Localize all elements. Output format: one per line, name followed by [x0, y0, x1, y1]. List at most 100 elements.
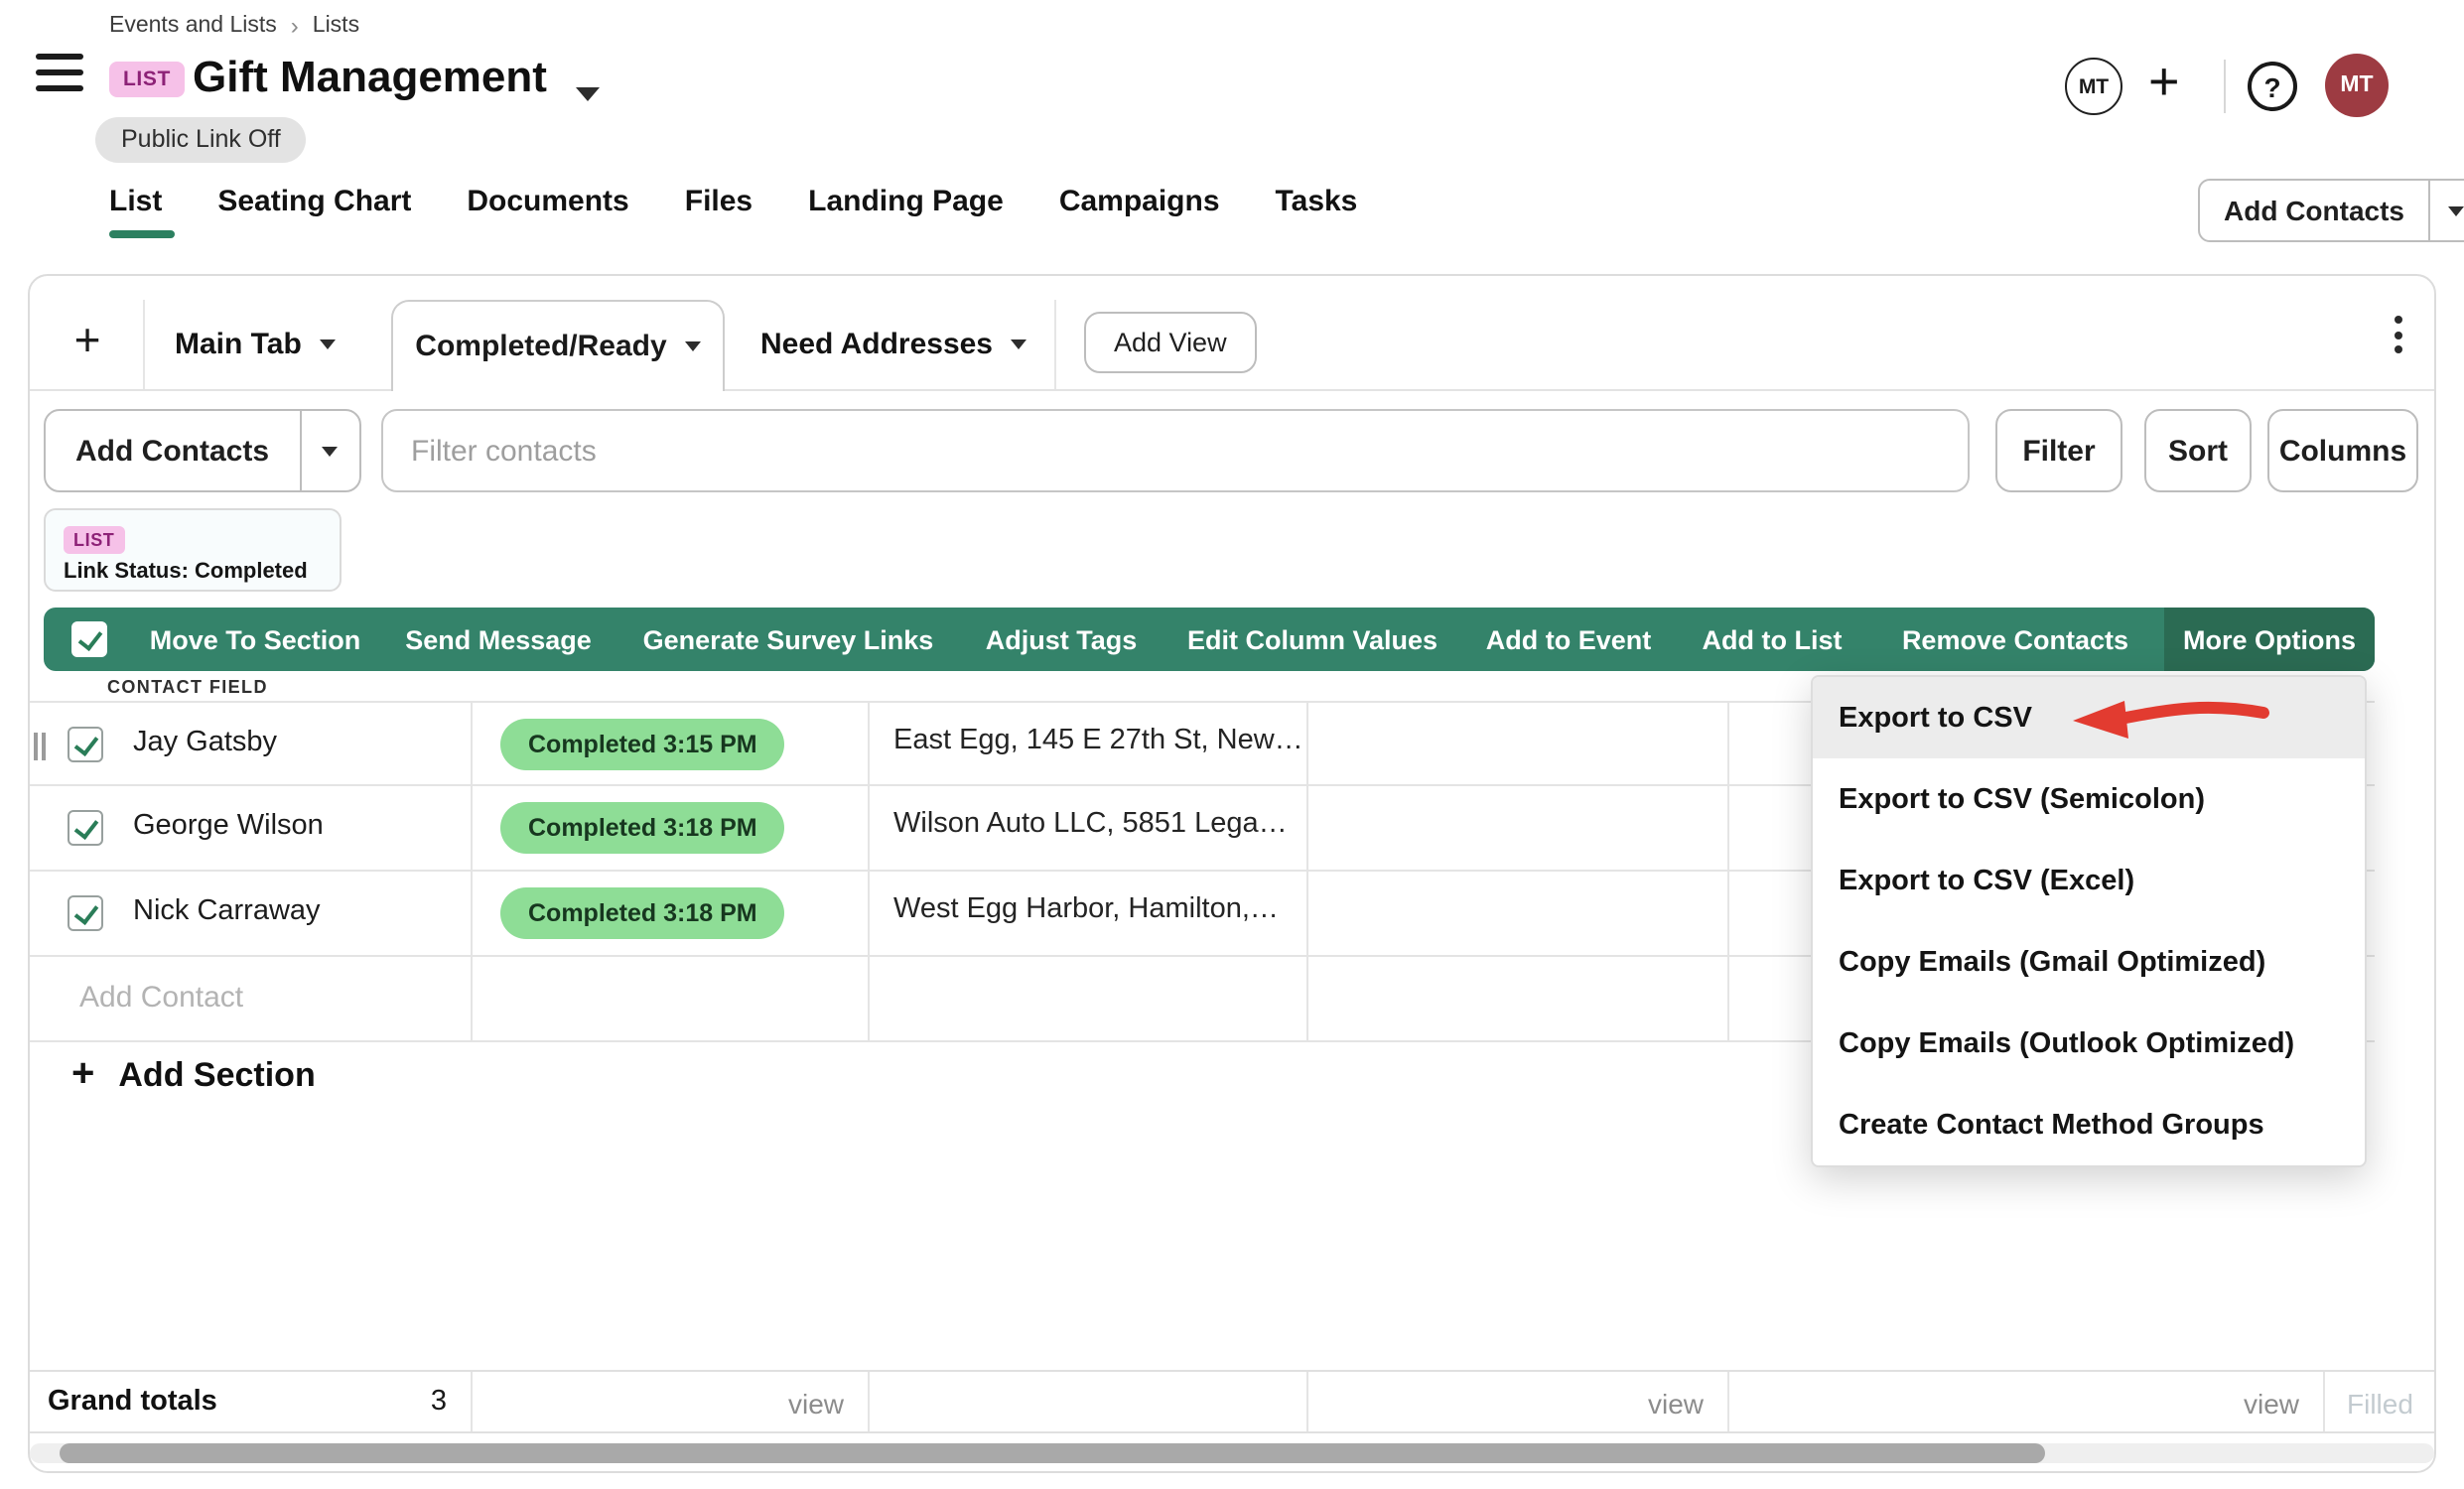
list-type-badge: LIST	[109, 62, 185, 97]
view-total-link[interactable]: view	[471, 1388, 844, 1420]
view-tab-separator	[143, 300, 145, 389]
drag-handle-icon[interactable]	[34, 733, 46, 760]
column-divider	[1727, 1372, 1729, 1431]
chevron-down-icon[interactable]	[576, 87, 600, 101]
horizontal-scrollbar-thumb[interactable]	[60, 1443, 2045, 1463]
column-divider	[1306, 957, 1308, 1040]
contact-address[interactable]: Wilson Auto LLC, 5851 Lega…	[893, 808, 1288, 840]
contact-name[interactable]: George Wilson	[133, 810, 324, 842]
menu-item-export-to-csv-excel[interactable]: Export to CSV (Excel)	[1813, 840, 2365, 921]
select-all-checkbox[interactable]	[70, 621, 106, 657]
add-contact-placeholder[interactable]: Add Contact	[79, 981, 243, 1015]
row-checkbox[interactable]	[68, 895, 103, 931]
column-divider	[471, 786, 473, 870]
contact-address[interactable]: East Egg, 145 E 27th St, New…	[893, 725, 1303, 756]
column-divider	[1727, 872, 1729, 955]
select-all-cell	[44, 608, 133, 671]
breadcrumb-events-and-lists[interactable]: Events and Lists	[109, 14, 277, 38]
status-pill[interactable]: Completed 3:15 PM	[500, 719, 785, 770]
row-checkbox[interactable]	[68, 810, 103, 846]
column-divider	[471, 957, 473, 1040]
add-contacts-label: Add Contacts	[2200, 195, 2428, 226]
add-icon[interactable]: +	[2148, 52, 2180, 113]
hamburger-menu-icon[interactable]	[36, 54, 83, 91]
breadcrumb-lists[interactable]: Lists	[313, 14, 359, 38]
menu-item-copy-emails-outlook[interactable]: Copy Emails (Outlook Optimized)	[1813, 1003, 2365, 1084]
tab-landing-page[interactable]: Landing Page	[808, 185, 1004, 218]
view-total-link[interactable]: view	[1306, 1388, 1704, 1420]
view-tab-need-addresses[interactable]: Need Addresses	[760, 298, 1027, 389]
view-tab-completed-ready[interactable]: Completed/Ready	[391, 300, 725, 391]
page-title: Gift Management	[193, 52, 547, 103]
public-link-status-pill[interactable]: Public Link Off	[95, 117, 307, 163]
more-options-button[interactable]: More Options	[2164, 608, 2375, 671]
contact-name[interactable]: Nick Carraway	[133, 895, 321, 927]
filter-button[interactable]: Filter	[1995, 409, 2122, 492]
view-tab-label: Need Addresses	[760, 327, 993, 360]
active-tab-underline	[109, 230, 175, 238]
send-message-button[interactable]: Send Message	[377, 608, 619, 671]
list-type-badge: LIST	[64, 526, 124, 554]
column-divider	[1306, 1372, 1308, 1431]
column-divider	[868, 872, 870, 955]
add-contacts-button[interactable]: Add Contacts	[44, 409, 360, 492]
contact-address[interactable]: West Egg Harbor, Hamilton,…	[893, 893, 1279, 925]
view-tab-main-tab[interactable]: Main Tab	[175, 298, 336, 389]
columns-button[interactable]: Columns	[2267, 409, 2418, 492]
view-tab-label: Main Tab	[175, 327, 302, 360]
column-divider	[868, 1372, 870, 1431]
row-checkbox[interactable]	[68, 727, 103, 762]
user-avatar[interactable]: MT	[2325, 54, 2389, 117]
column-header-contact-field: CONTACT FIELD	[107, 677, 268, 697]
menu-item-create-contact-method-groups[interactable]: Create Contact Method Groups	[1813, 1084, 2365, 1165]
adjust-tags-button[interactable]: Adjust Tags	[957, 608, 1165, 671]
column-divider	[868, 957, 870, 1040]
column-divider	[471, 703, 473, 784]
edit-column-values-button[interactable]: Edit Column Values	[1165, 608, 1459, 671]
column-divider	[1727, 957, 1729, 1040]
status-pill[interactable]: Completed 3:18 PM	[500, 802, 785, 854]
grand-totals-row: Grand totals 3 view view view Filled	[30, 1370, 2434, 1433]
menu-item-copy-emails-gmail[interactable]: Copy Emails (Gmail Optimized)	[1813, 921, 2365, 1003]
tab-campaigns[interactable]: Campaigns	[1059, 185, 1220, 218]
add-section-button[interactable]: + Add Section	[71, 1052, 316, 1098]
tab-documents[interactable]: Documents	[467, 185, 628, 218]
add-view-button[interactable]: Add View	[1084, 312, 1257, 373]
add-to-event-button[interactable]: Add to Event	[1459, 608, 1678, 671]
column-divider	[1306, 786, 1308, 870]
view-total-link[interactable]: view	[1727, 1388, 2299, 1420]
column-divider	[1727, 786, 1729, 870]
chevron-down-icon[interactable]	[320, 338, 336, 348]
contact-name[interactable]: Jay Gatsby	[133, 727, 277, 758]
add-contacts-button-top[interactable]: Add Contacts	[2198, 179, 2464, 242]
menu-item-export-to-csv-semicolon[interactable]: Export to CSV (Semicolon)	[1813, 758, 2365, 840]
add-contacts-label: Add Contacts	[46, 434, 299, 468]
column-divider	[1306, 703, 1308, 784]
sort-button[interactable]: Sort	[2144, 409, 2252, 492]
workspace-avatar[interactable]: MT	[2065, 58, 2122, 115]
tab-tasks[interactable]: Tasks	[1276, 185, 1358, 218]
chevron-right-icon: ›	[291, 12, 299, 40]
chevron-down-icon[interactable]	[299, 411, 358, 490]
chevron-down-icon[interactable]	[685, 341, 701, 351]
move-to-section-button[interactable]: Move To Section	[133, 608, 377, 671]
add-view-tab-icon[interactable]: +	[60, 310, 115, 369]
link-status-text: Link Status: Completed	[64, 560, 322, 584]
tab-files[interactable]: Files	[685, 185, 753, 218]
column-divider	[2323, 1372, 2325, 1431]
column-divider	[868, 786, 870, 870]
filter-contacts-input[interactable]	[381, 409, 1970, 492]
add-to-list-button[interactable]: Add to List	[1678, 608, 1866, 671]
status-pill[interactable]: Completed 3:18 PM	[500, 887, 785, 939]
generate-survey-links-button[interactable]: Generate Survey Links	[619, 608, 957, 671]
chevron-down-icon[interactable]	[2428, 181, 2464, 240]
column-divider	[471, 1372, 473, 1431]
help-icon[interactable]: ?	[2248, 62, 2297, 111]
tab-seating-chart[interactable]: Seating Chart	[217, 185, 411, 218]
column-divider	[868, 703, 870, 784]
tab-list[interactable]: List	[109, 185, 162, 218]
column-divider	[1727, 703, 1729, 784]
remove-contacts-button[interactable]: Remove Contacts	[1866, 608, 2164, 671]
chevron-down-icon[interactable]	[1011, 338, 1027, 348]
kebab-menu-icon[interactable]	[2395, 316, 2402, 353]
